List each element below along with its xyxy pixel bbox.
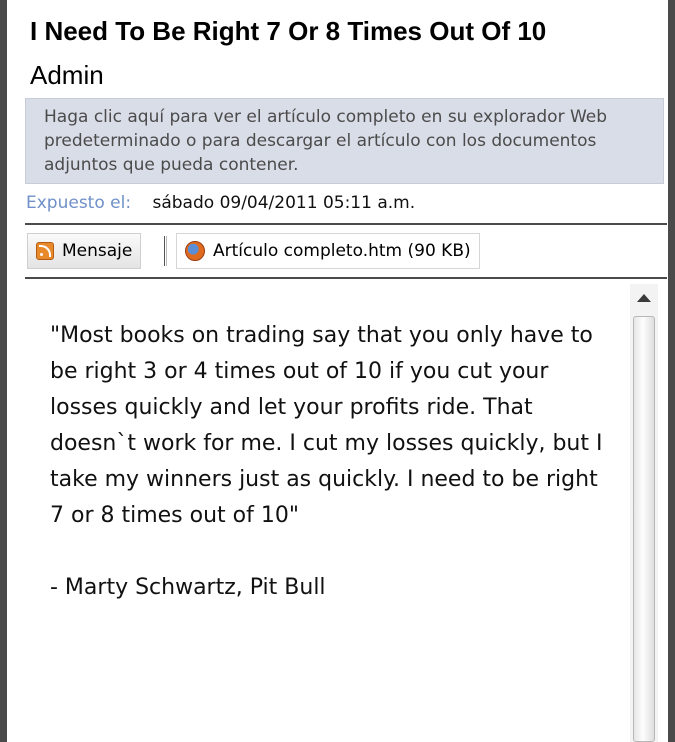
article-author: Admin — [30, 60, 104, 90]
vertical-scrollbar[interactable] — [630, 284, 658, 742]
tab-separator — [164, 236, 167, 266]
scroll-up-arrow-icon — [637, 294, 651, 302]
message-tab[interactable]: Mensaje — [27, 233, 142, 269]
scrollbar-thumb[interactable] — [633, 316, 655, 742]
scroll-up-button[interactable] — [630, 284, 658, 312]
posted-label: Expuesto el: — [26, 193, 132, 213]
reading-pane: I Need To Be Right 7 Or 8 Times Out Of 1… — [14, 0, 667, 742]
attachment-tab[interactable]: Artículo completo.htm (90 KB) — [176, 233, 480, 269]
article-title: I Need To Be Right 7 Or 8 Times Out Of 1… — [30, 16, 547, 46]
info-bar[interactable]: Haga clic aquí para ver el artículo comp… — [25, 98, 664, 184]
message-tab-label: Mensaje — [62, 241, 133, 261]
article-body: "Most books on trading say that you only… — [50, 318, 610, 606]
posted-date: sábado 09/04/2011 05:11 a.m. — [152, 193, 416, 213]
reading-pane-frame: I Need To Be Right 7 Or 8 Times Out Of 1… — [0, 0, 675, 742]
attachment-tab-label: Artículo completo.htm (90 KB) — [213, 241, 471, 261]
divider-top — [25, 223, 667, 225]
posted-row: Expuesto el: sábado 09/04/2011 05:11 a.m… — [26, 193, 415, 213]
rss-feed-icon — [36, 242, 54, 260]
article-quote: "Most books on trading say that you only… — [50, 323, 603, 528]
article-attribution: - Marty Schwartz, Pit Bull — [50, 575, 326, 600]
divider-bottom — [25, 277, 667, 279]
firefox-icon — [185, 241, 205, 261]
